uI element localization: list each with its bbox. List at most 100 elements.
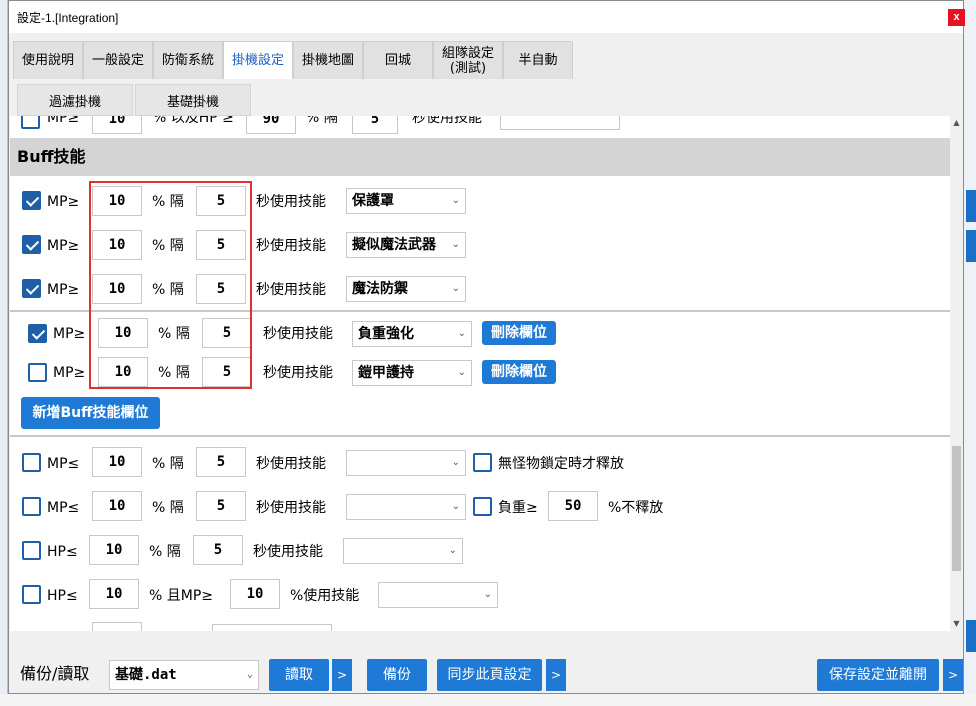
condition-checkbox[interactable] bbox=[22, 497, 41, 516]
tab-idle-map[interactable]: 掛機地圖 bbox=[293, 41, 363, 79]
tab-general[interactable]: 一般設定 bbox=[83, 41, 153, 79]
extra-option-checkbox[interactable] bbox=[473, 497, 492, 516]
background-button bbox=[966, 620, 976, 652]
partial-mp-input[interactable]: 10 bbox=[92, 116, 142, 134]
divider bbox=[10, 435, 950, 437]
partial-bottom-select[interactable] bbox=[212, 624, 332, 631]
settings-scroll-area[interactable]: MP≥ 10 % 以及HP ≥ 90 % 隔 5 秒使用技能 Buff技能 MP… bbox=[10, 116, 950, 631]
interval-label: % 隔 bbox=[152, 456, 184, 472]
chevron-down-icon: ⌄ bbox=[451, 457, 460, 468]
buff-row-checkbox[interactable] bbox=[22, 191, 41, 210]
background-app-right bbox=[962, 0, 976, 706]
use-skill-label: %使用技能 bbox=[290, 588, 360, 604]
skill-select[interactable]: ⌄ bbox=[346, 450, 466, 476]
use-skill-label: 秒使用技能 bbox=[256, 238, 326, 254]
skill-value: 鎧甲護持 bbox=[358, 365, 414, 381]
partial-row-checkbox[interactable] bbox=[21, 116, 40, 129]
partial-mid-label: % 以及HP ≥ bbox=[153, 116, 234, 126]
threshold-label: HP≤ bbox=[47, 544, 78, 560]
use-skill-label: 秒使用技能 bbox=[263, 326, 333, 342]
mp-threshold-label: MP≥ bbox=[47, 282, 80, 298]
skill-value: 擬似魔法武器 bbox=[352, 237, 436, 253]
custom-buff-checkbox[interactable] bbox=[28, 363, 47, 382]
seconds-input[interactable]: 5 bbox=[196, 447, 246, 477]
tab-party[interactable]: 組隊設定 (測試) bbox=[433, 41, 503, 79]
scroll-down-arrow[interactable]: ▼ bbox=[950, 617, 963, 631]
background-app-left bbox=[0, 0, 8, 706]
subtab-filter-idle[interactable]: 過濾掛機 bbox=[17, 84, 133, 116]
chevron-down-icon: ⌄ bbox=[451, 283, 460, 294]
chevron-down-icon: ⌄ bbox=[457, 328, 466, 339]
delete-row-button[interactable]: 刪除欄位 bbox=[482, 321, 556, 345]
skill-select[interactable]: ⌄ bbox=[346, 494, 466, 520]
tab-instructions[interactable]: 使用說明 bbox=[13, 41, 83, 79]
close-button[interactable]: x bbox=[948, 9, 965, 26]
condition-checkbox[interactable] bbox=[22, 453, 41, 472]
skill-select[interactable]: 擬似魔法武器 ⌄ bbox=[346, 232, 466, 258]
tab-semi-auto[interactable]: 半自動 bbox=[503, 41, 573, 79]
buff-row-checkbox[interactable] bbox=[22, 279, 41, 298]
threshold-input[interactable]: 10 bbox=[89, 535, 139, 565]
tab-return-town[interactable]: 回城 bbox=[363, 41, 433, 79]
save-more-button[interactable]: > bbox=[943, 659, 963, 691]
extra-option-checkbox[interactable] bbox=[473, 453, 492, 472]
threshold-input[interactable]: 10 bbox=[89, 579, 139, 609]
custom-buff-checkbox[interactable] bbox=[28, 324, 47, 343]
seconds-input[interactable]: 10 bbox=[230, 579, 280, 609]
backup-file-select[interactable]: 基礎.dat ⌄ bbox=[109, 660, 259, 690]
skill-select[interactable]: 鎧甲護持 ⌄ bbox=[352, 360, 472, 386]
seconds-input[interactable]: 5 bbox=[196, 491, 246, 521]
use-skill-label: 秒使用技能 bbox=[256, 194, 326, 210]
backup-button[interactable]: 備份 bbox=[367, 659, 427, 691]
skill-select[interactable]: 魔法防禦 ⌄ bbox=[346, 276, 466, 302]
read-button[interactable]: 讀取 bbox=[269, 659, 329, 691]
seconds-input[interactable]: 5 bbox=[193, 535, 243, 565]
background-app-bottom bbox=[0, 694, 976, 706]
sync-more-button[interactable]: > bbox=[546, 659, 566, 691]
skill-select[interactable]: 保護罩 ⌄ bbox=[346, 188, 466, 214]
backup-load-label: 備份/讀取 bbox=[20, 664, 90, 683]
title-bar: 設定-1.[Integration] x bbox=[9, 1, 965, 33]
save-and-exit-button[interactable]: 保存設定並離開 bbox=[817, 659, 939, 691]
buff-row-checkbox[interactable] bbox=[22, 235, 41, 254]
skill-value: 保護罩 bbox=[352, 193, 394, 209]
scroll-up-arrow[interactable]: ▲ bbox=[950, 116, 963, 130]
skill-value: 負重強化 bbox=[358, 326, 414, 342]
partial-action-label: 秒使用技能 bbox=[412, 116, 482, 126]
use-skill-label: 秒使用技能 bbox=[256, 500, 326, 516]
partial-skill-select[interactable] bbox=[500, 116, 620, 130]
read-more-button[interactable]: > bbox=[332, 659, 352, 691]
subtab-basic-idle[interactable]: 基礎掛機 bbox=[135, 84, 251, 116]
mp-threshold-label: MP≥ bbox=[53, 326, 86, 342]
skill-select[interactable]: ⌄ bbox=[378, 582, 498, 608]
threshold-label: MP≤ bbox=[47, 456, 80, 472]
skill-select[interactable]: 負重強化 ⌄ bbox=[352, 321, 472, 347]
window-title: 設定-1.[Integration] bbox=[17, 11, 119, 25]
vertical-scrollbar[interactable]: ▲ ▼ bbox=[950, 116, 963, 631]
partial-sec-input[interactable]: 5 bbox=[352, 116, 398, 134]
footer-bar: 備份/讀取 基礎.dat ⌄ 讀取 > 備份 同步此頁設定 > 保存設定並離開 > bbox=[9, 649, 963, 695]
chevron-down-icon: ⌄ bbox=[451, 195, 460, 206]
sync-page-button[interactable]: 同步此頁設定 bbox=[437, 659, 542, 691]
add-buff-row-button[interactable]: 新增Buff技能欄位 bbox=[21, 397, 160, 429]
partial-bottom-input[interactable] bbox=[92, 622, 142, 631]
use-skill-label: 秒使用技能 bbox=[263, 365, 333, 381]
chevron-down-icon: ⌄ bbox=[451, 501, 460, 512]
condition-checkbox[interactable] bbox=[22, 585, 41, 604]
partial-interval-label: % 隔 bbox=[306, 116, 338, 126]
weight-threshold-input[interactable]: 50 bbox=[548, 491, 598, 521]
tab-defense[interactable]: 防衛系統 bbox=[153, 41, 223, 79]
extra-option-label: 無怪物鎖定時才釋放 bbox=[498, 456, 624, 472]
chevron-down-icon: ⌄ bbox=[483, 589, 492, 600]
tab-idle-settings[interactable]: 掛機設定 bbox=[223, 41, 293, 79]
condition-checkbox[interactable] bbox=[22, 541, 41, 560]
partial-mp-label: MP≥ bbox=[47, 116, 80, 126]
threshold-label: HP≤ bbox=[47, 588, 78, 604]
interval-label: % 隔 bbox=[152, 500, 184, 516]
threshold-input[interactable]: 10 bbox=[92, 447, 142, 477]
threshold-input[interactable]: 10 bbox=[92, 491, 142, 521]
delete-row-button[interactable]: 刪除欄位 bbox=[482, 360, 556, 384]
partial-hp-input[interactable]: 90 bbox=[246, 116, 296, 134]
skill-select[interactable]: ⌄ bbox=[343, 538, 463, 564]
scroll-thumb[interactable] bbox=[952, 446, 961, 571]
